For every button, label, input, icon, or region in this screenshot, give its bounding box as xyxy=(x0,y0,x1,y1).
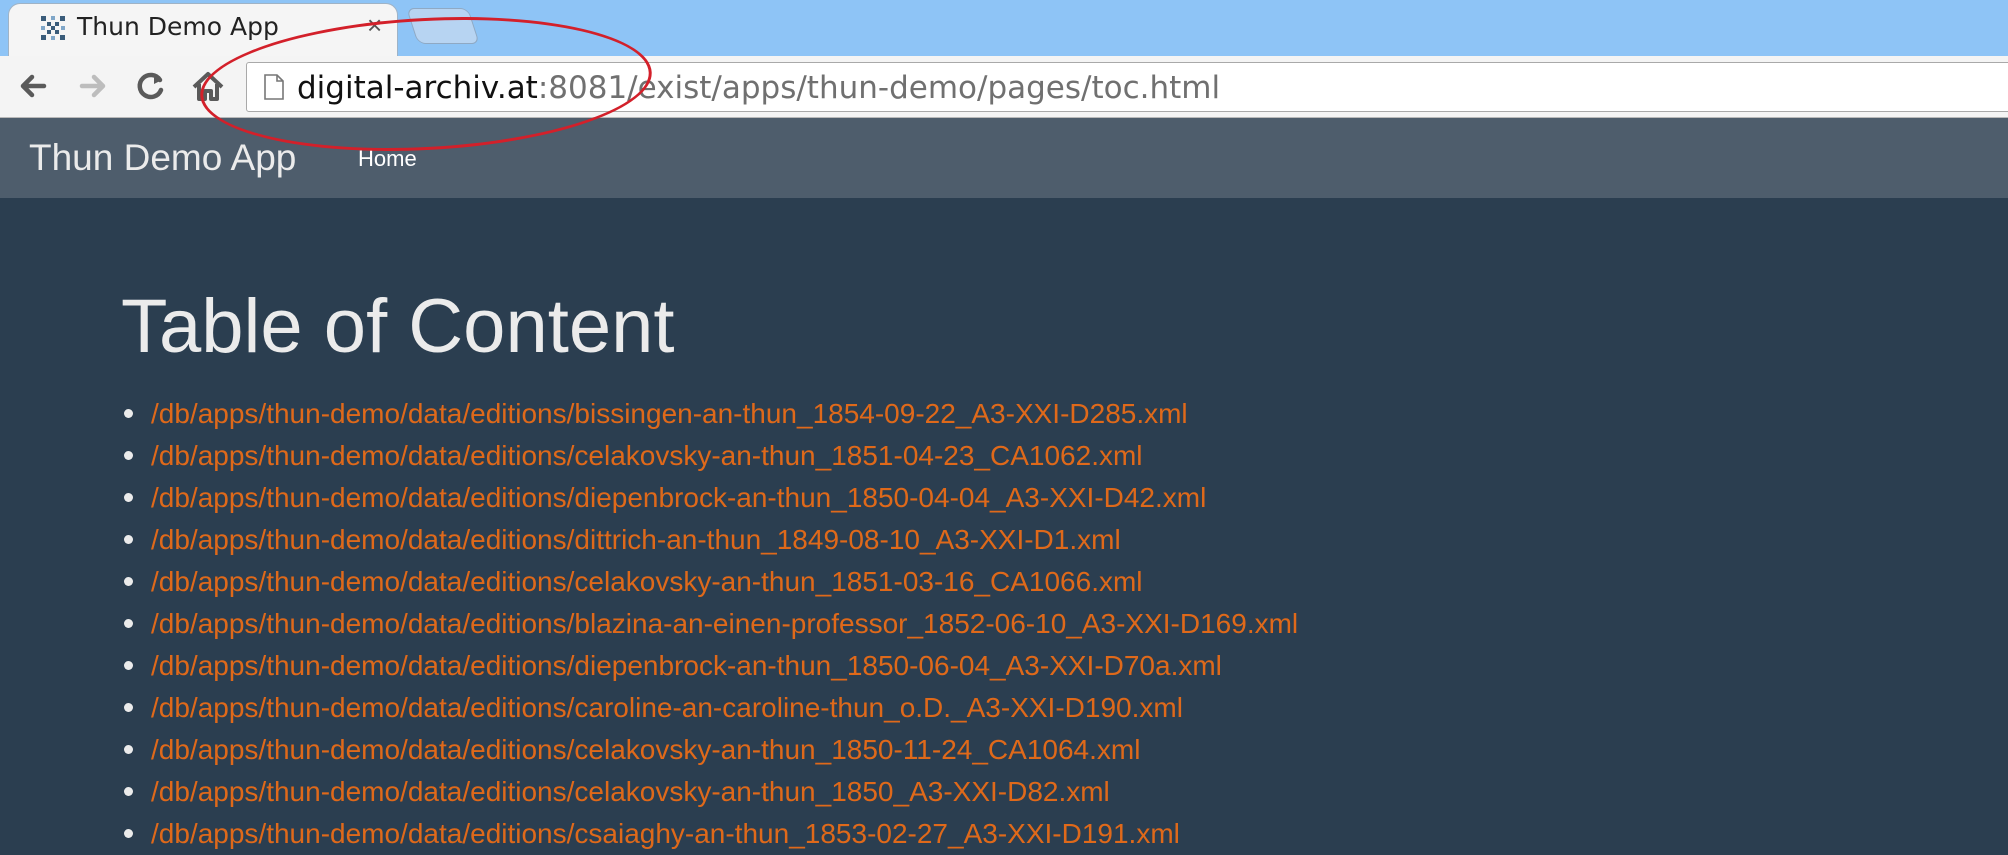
bullet-icon xyxy=(124,493,133,502)
list-item: /db/apps/thun-demo/data/editions/bissing… xyxy=(121,393,1298,435)
reload-icon[interactable] xyxy=(130,66,170,106)
bullet-icon xyxy=(124,619,133,628)
toc-list: /db/apps/thun-demo/data/editions/bissing… xyxy=(121,393,1298,855)
bullet-icon xyxy=(124,661,133,670)
toc-link[interactable]: /db/apps/thun-demo/data/editions/celakov… xyxy=(151,440,1143,471)
toc-link[interactable]: /db/apps/thun-demo/data/editions/bissing… xyxy=(151,398,1188,429)
page-title: Table of Content xyxy=(121,284,675,369)
bullet-icon xyxy=(124,577,133,586)
toc-link[interactable]: /db/apps/thun-demo/data/editions/celakov… xyxy=(151,776,1110,807)
list-item: /db/apps/thun-demo/data/editions/diepenb… xyxy=(121,477,1298,519)
bullet-icon xyxy=(124,451,133,460)
forward-arrow-icon[interactable] xyxy=(72,66,112,106)
toc-link[interactable]: /db/apps/thun-demo/data/editions/dittric… xyxy=(151,524,1121,555)
bullet-icon xyxy=(124,787,133,796)
app-brand[interactable]: Thun Demo App xyxy=(29,136,296,180)
bullet-icon xyxy=(124,829,133,838)
toc-link[interactable]: /db/apps/thun-demo/data/editions/diepenb… xyxy=(151,482,1206,513)
app-favicon-icon xyxy=(41,16,65,40)
bullet-icon xyxy=(124,703,133,712)
list-item: /db/apps/thun-demo/data/editions/celakov… xyxy=(121,561,1298,603)
list-item: /db/apps/thun-demo/data/editions/carolin… xyxy=(121,687,1298,729)
list-item: /db/apps/thun-demo/data/editions/celakov… xyxy=(121,771,1298,813)
list-item: /db/apps/thun-demo/data/editions/dittric… xyxy=(121,519,1298,561)
list-item: /db/apps/thun-demo/data/editions/celakov… xyxy=(121,435,1298,477)
toc-link[interactable]: /db/apps/thun-demo/data/editions/blazina… xyxy=(151,608,1298,639)
list-item: /db/apps/thun-demo/data/editions/diepenb… xyxy=(121,645,1298,687)
toc-link[interactable]: /db/apps/thun-demo/data/editions/celakov… xyxy=(151,734,1140,765)
toc-link[interactable]: /db/apps/thun-demo/data/editions/carolin… xyxy=(151,692,1183,723)
toc-link[interactable]: /db/apps/thun-demo/data/editions/diepenb… xyxy=(151,650,1222,681)
bullet-icon xyxy=(124,745,133,754)
toc-link[interactable]: /db/apps/thun-demo/data/editions/csaiagh… xyxy=(151,818,1180,849)
list-item: /db/apps/thun-demo/data/editions/celakov… xyxy=(121,729,1298,771)
list-item: /db/apps/thun-demo/data/editions/csaiagh… xyxy=(121,813,1298,855)
bullet-icon xyxy=(124,409,133,418)
bullet-icon xyxy=(124,535,133,544)
tab-title: Thun Demo App xyxy=(77,12,279,41)
list-item: /db/apps/thun-demo/data/editions/blazina… xyxy=(121,603,1298,645)
toc-link[interactable]: /db/apps/thun-demo/data/editions/celakov… xyxy=(151,566,1143,597)
back-arrow-icon[interactable] xyxy=(14,66,54,106)
